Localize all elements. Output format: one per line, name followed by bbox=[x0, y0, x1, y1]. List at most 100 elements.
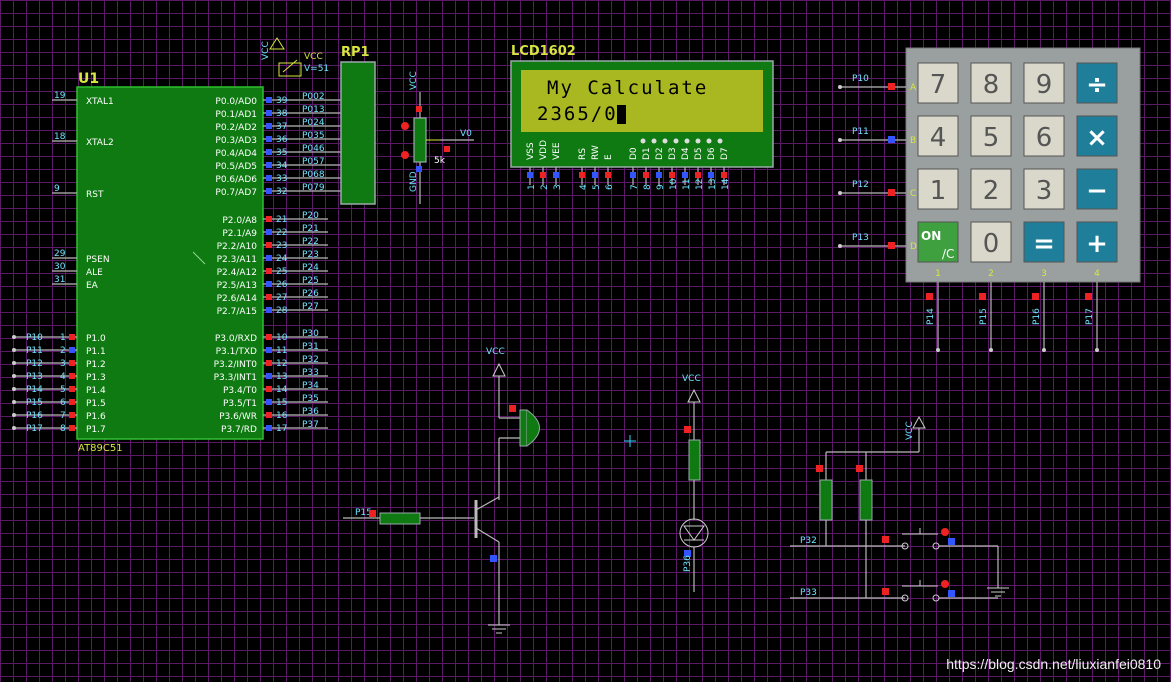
schematic-canvas[interactable]: U1 AT89C51 19 XTAL1 18 XTAL2 9 RST 29 PSEN 30 ALE… bbox=[0, 0, 1171, 682]
mcu-pin-name: P3.5/T1 bbox=[223, 399, 257, 409]
led-vcc: VCC bbox=[682, 374, 701, 384]
svg-text:−: − bbox=[1086, 176, 1108, 206]
lcd-pin-name: D7 bbox=[720, 147, 730, 160]
port-net-label: P046 bbox=[302, 144, 325, 154]
mcu-pin-name: P1.3 bbox=[86, 373, 106, 383]
keypad-key[interactable]: 7 bbox=[917, 62, 959, 104]
probe-crosshair[interactable] bbox=[624, 435, 636, 447]
port-net-label: P24 bbox=[302, 263, 319, 273]
keypad-key[interactable]: 6 bbox=[1023, 115, 1065, 157]
mcu-pin-num: 18 bbox=[54, 132, 66, 142]
buzzer-circuit[interactable]: VCC P15 bbox=[343, 347, 540, 634]
lcd-ref: LCD1602 bbox=[511, 44, 576, 59]
mcu-pin-num: 7 bbox=[60, 411, 66, 421]
mcu-pin-num: 38 bbox=[276, 109, 288, 119]
mcu-pin-num: 3 bbox=[60, 359, 66, 369]
keypad-key[interactable]: + bbox=[1076, 221, 1118, 263]
mcu-pin-num: 30 bbox=[54, 262, 66, 272]
mcu-pin-num: 35 bbox=[276, 148, 287, 158]
keypad-key[interactable]: = bbox=[1023, 221, 1065, 263]
mcu-pin-name: P1.5 bbox=[86, 399, 106, 409]
mcu-pin-name: P3.3/INT1 bbox=[214, 373, 257, 383]
port-net-label: P002 bbox=[302, 92, 325, 102]
mcu-pin-name: P0.2/AD2 bbox=[215, 123, 257, 133]
lcd-pin-name: RS bbox=[578, 148, 588, 160]
mcu-pin-num: 39 bbox=[276, 96, 288, 106]
potentiometer[interactable]: VCC V0 5k GND bbox=[401, 71, 474, 204]
keypad-key[interactable]: 3 bbox=[1023, 168, 1065, 210]
mcu-pin-num: 27 bbox=[276, 293, 287, 303]
mcu-pin-num: 4 bbox=[60, 372, 66, 382]
port-net-label: P024 bbox=[302, 118, 325, 128]
mcu-pin-num: 6 bbox=[60, 398, 66, 408]
p1-net-label: P15 bbox=[26, 398, 43, 408]
lcd-pin-num: 11 bbox=[682, 179, 692, 190]
mcu-pin-num: 16 bbox=[276, 411, 288, 421]
keypad-key[interactable]: 2 bbox=[970, 168, 1012, 210]
mcu-pin-num: 33 bbox=[276, 174, 287, 184]
keypad-key[interactable]: 0 bbox=[970, 221, 1012, 263]
mcu-pin-name: P0.4/AD4 bbox=[215, 149, 257, 159]
keypad-key[interactable]: − bbox=[1076, 168, 1118, 210]
svg-text:×: × bbox=[1086, 123, 1108, 153]
mcu-pin-num: 5 bbox=[60, 385, 66, 395]
interrupt-buttons[interactable]: VCC P32 P33 bbox=[790, 415, 1009, 602]
lcd-pin-name: D5 bbox=[694, 147, 704, 160]
mcu-pin-name: P0.1/AD1 bbox=[215, 110, 257, 120]
mcu-pin-num: 19 bbox=[54, 91, 66, 101]
mcu-pin-name: P2.7/A15 bbox=[217, 307, 257, 317]
lcd-line1: My Calculate bbox=[547, 77, 708, 99]
mcu-pin-num: 17 bbox=[276, 424, 287, 434]
p1-net-label: P12 bbox=[26, 359, 43, 369]
keypad-key[interactable]: 4 bbox=[917, 115, 959, 157]
mcu-pin-name: P3.1/TXD bbox=[216, 347, 257, 357]
port-net-label: P36 bbox=[302, 407, 319, 417]
mcu-pin-name: P3.6/WR bbox=[219, 412, 257, 422]
lcd-line2: 2365/0 bbox=[537, 103, 618, 125]
mcu-pin-num: 36 bbox=[276, 135, 288, 145]
mcu-pin-num: 31 bbox=[54, 275, 65, 285]
keypad-key[interactable]: 9 bbox=[1023, 62, 1065, 104]
port-net-label: P26 bbox=[302, 289, 319, 299]
lcd-pin-num: 5 bbox=[592, 184, 602, 190]
mcu-pin-name: P0.6/AD6 bbox=[215, 175, 257, 185]
svg-text:1: 1 bbox=[930, 176, 947, 206]
mcu-pin-name: P0.3/AD3 bbox=[215, 136, 257, 146]
lcd-pin-num: 4 bbox=[579, 184, 589, 190]
keypad-col-net: P14 bbox=[926, 308, 936, 325]
svg-text:ON: ON bbox=[921, 229, 941, 243]
led-circuit[interactable]: VCC P36 bbox=[679, 374, 709, 592]
mcu-pin-name: P2.6/A14 bbox=[217, 294, 258, 304]
vcc-symbol-rp1: VCC bbox=[261, 41, 271, 60]
mcu-pin-name: XTAL1 bbox=[86, 97, 114, 107]
port-net-label: P37 bbox=[302, 420, 319, 430]
mcu-pin-num: 37 bbox=[276, 122, 287, 132]
port-net-label: P22 bbox=[302, 237, 319, 247]
mcu-pin-num: 23 bbox=[276, 241, 287, 251]
svg-text:6: 6 bbox=[1036, 123, 1053, 153]
lcd-pin-num: 3 bbox=[553, 184, 563, 190]
keypad-key[interactable]: 8 bbox=[970, 62, 1012, 104]
keypad-key[interactable]: ÷ bbox=[1076, 62, 1118, 104]
rp1-vcc-label: VCC bbox=[304, 52, 323, 62]
keypad-key[interactable]: 5 bbox=[970, 115, 1012, 157]
keypad-col-num: 1 bbox=[935, 269, 941, 279]
keypad-key[interactable]: 1 bbox=[917, 168, 959, 210]
lcd-pin-num: 12 bbox=[695, 179, 705, 190]
pot-gnd: GND bbox=[409, 171, 419, 192]
keypad-key[interactable]: × bbox=[1076, 115, 1118, 157]
p1-net-label: P11 bbox=[26, 346, 43, 356]
mcu-pin-name: ALE bbox=[86, 268, 103, 278]
keypad-col-num: 2 bbox=[988, 269, 994, 279]
lcd-pin-name: VSS bbox=[526, 142, 536, 160]
mcu-pin-num: 9 bbox=[54, 184, 60, 194]
keypad-key[interactable]: ON/C bbox=[917, 221, 959, 263]
led-net: P36 bbox=[683, 555, 693, 572]
port-net-label: P25 bbox=[302, 276, 319, 286]
mcu-pin-num: 15 bbox=[276, 398, 287, 408]
mcu-pin-num: 25 bbox=[276, 267, 287, 277]
mcu-pin-num: 34 bbox=[276, 161, 288, 171]
p1-net-label: P13 bbox=[26, 372, 43, 382]
svg-text:=: = bbox=[1033, 229, 1055, 259]
mcu-pin-name: EA bbox=[86, 281, 99, 291]
